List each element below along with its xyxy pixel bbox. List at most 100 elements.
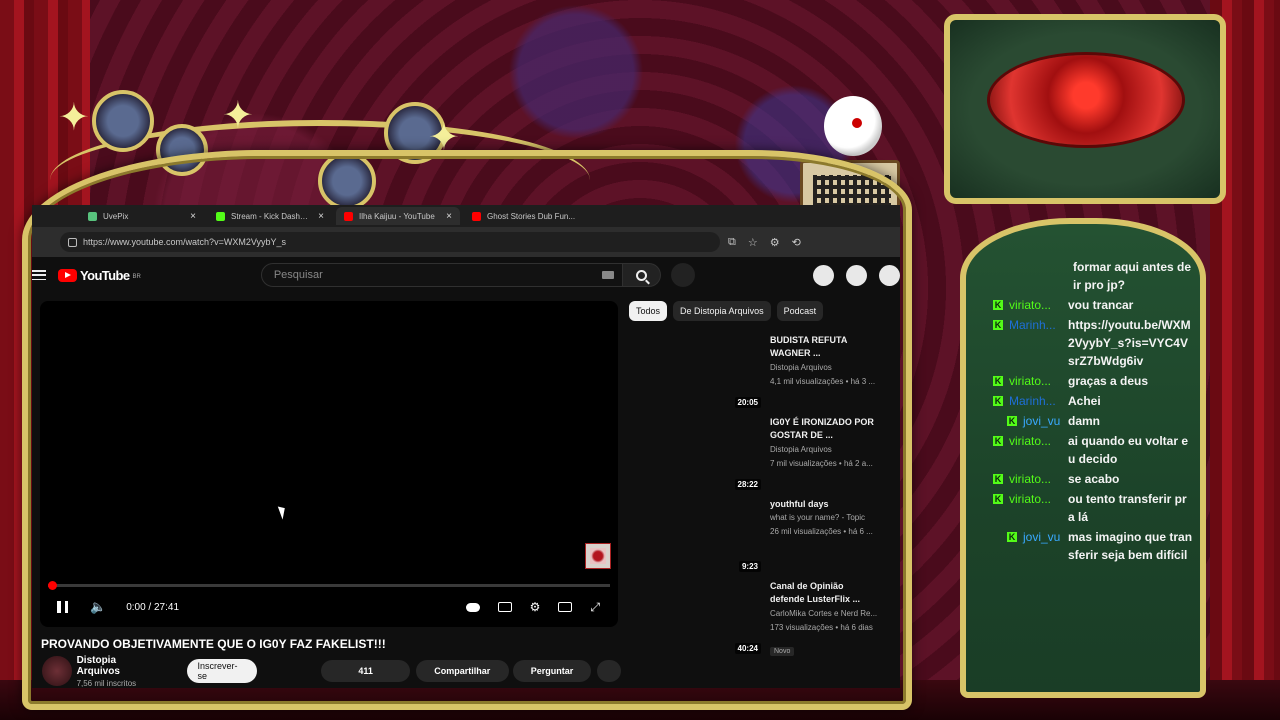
close-tab-icon[interactable]: × — [318, 211, 324, 222]
tab-ghost-stories[interactable]: Ghost Stories Dub Fun... — [464, 207, 588, 225]
chat-text: vou trancar — [1068, 298, 1134, 312]
chat-message: Kjovi_vu mas imagino que transferir seja … — [993, 528, 1193, 564]
menu-icon[interactable] — [32, 270, 46, 280]
autoplay-toggle[interactable] — [465, 602, 480, 612]
tab-kick-dashboard[interactable]: Stream - Kick Dashboard × — [208, 207, 332, 225]
subtitles-icon[interactable] — [497, 602, 512, 612]
chat-username[interactable]: viriato... — [1003, 490, 1065, 508]
favicon-icon — [88, 211, 97, 221]
chat-text: graças a deus — [1068, 374, 1149, 388]
search-placeholder: Pesquisar — [273, 269, 323, 281]
channel-info: Distopia Arquivos 7,56 mil inscritos — [77, 655, 161, 688]
star-icon: ✦ — [222, 93, 254, 137]
logo-text: YouTube — [80, 267, 130, 283]
video-thumbnail[interactable]: 28:22 — [629, 416, 763, 492]
search-button[interactable] — [622, 263, 661, 287]
recommendation-item[interactable]: 28:22 IG0Y É IRONIZADO POR GOSTAR DE ...… — [629, 416, 889, 498]
video-thumbnail[interactable]: 40:24 — [629, 580, 763, 656]
rec-channel[interactable]: Distopia Arquivos — [770, 363, 885, 372]
close-tab-icon[interactable]: × — [190, 211, 196, 222]
chat-username[interactable]: viriato... — [1003, 372, 1065, 390]
install-app-icon[interactable]: ⧉ — [728, 236, 736, 249]
rec-title[interactable]: Canal de Opinião defende LusterFlix ... — [770, 580, 880, 606]
chip-all[interactable]: Todos — [629, 301, 668, 321]
notifications-button[interactable] — [846, 265, 867, 286]
tab-bar: UvePix × Stream - Kick Dashboard × Ilha … — [32, 205, 900, 227]
volume-icon[interactable]: 🔈 — [90, 600, 106, 615]
rec-channel[interactable]: CarloMika Cortes e Nerd Re... — [770, 609, 885, 618]
chat-message: K Marinh... Achei — [993, 392, 1193, 410]
channel-name[interactable]: Distopia Arquivos — [77, 655, 161, 677]
duration-badge: 9:23 — [738, 561, 761, 572]
history-icon[interactable]: ⟲ — [792, 236, 801, 249]
address-bar: https://www.youtube.com/watch?v=WXM2Vyyb… — [32, 227, 900, 257]
rec-channel[interactable]: Distopia Arquivos — [770, 445, 885, 454]
subscribe-button[interactable]: Inscrever-se — [186, 659, 258, 683]
search-input[interactable]: Pesquisar — [260, 263, 623, 287]
region-code: BR — [132, 273, 141, 280]
recommendation-item[interactable]: 20:05 BUDISTA REFUTA WAGNER ... Distopia… — [629, 334, 889, 416]
chat-username[interactable]: Marinh... — [1003, 392, 1065, 410]
site-info-icon[interactable] — [68, 237, 77, 247]
tab-label: UvePix — [103, 211, 129, 221]
video-player[interactable]: 🔈 0:00 / 27:41 ⚙ ⤢ — [40, 301, 618, 627]
chat-username[interactable]: viriato... — [1003, 470, 1065, 488]
chat-username[interactable]: viriato... — [1003, 296, 1065, 314]
chat-message: Kviriato... graças a deus — [993, 372, 1193, 390]
chat-message: K Marinh... https://youtu.be/WXM2VyybY_s?i… — [993, 316, 1193, 370]
tab-uvepix[interactable]: UvePix × — [80, 207, 204, 225]
chip-podcast[interactable]: Podcast — [776, 301, 824, 321]
recommendation-item[interactable]: 40:24 Canal de Opinião defende LusterFli… — [629, 580, 889, 662]
account-avatar[interactable] — [879, 265, 900, 286]
mascot-character — [824, 96, 882, 156]
chat-username[interactable]: viriato... — [1003, 432, 1065, 450]
settings-gear-icon[interactable]: ⚙ — [530, 600, 541, 614]
chat-text: mas imagino que transferir seja bem difí… — [1068, 530, 1193, 562]
voice-search-button[interactable] — [670, 263, 695, 287]
duration-badge: 20:05 — [734, 397, 761, 408]
chat-username[interactable]: jovi_vu — [1017, 528, 1065, 546]
medallion-face-icon — [92, 90, 154, 152]
like-button[interactable]: 411 — [321, 660, 410, 682]
chat-message: formar aqui antes de ir pro jp? — [993, 258, 1193, 294]
kick-badge-icon: K — [993, 436, 1003, 446]
rec-title[interactable]: BUDISTA REFUTA WAGNER ... — [770, 334, 880, 360]
rec-title[interactable]: youthful days — [770, 498, 880, 511]
channel-watermark[interactable] — [585, 543, 611, 569]
player-right-controls: ⚙ ⤢ — [465, 600, 600, 615]
share-button[interactable]: Compartilhar — [415, 660, 509, 682]
chat-username[interactable]: jovi_vu — [1017, 412, 1065, 430]
progress-bar[interactable] — [48, 581, 610, 590]
url-field[interactable]: https://www.youtube.com/watch?v=WXM2Vyyb… — [60, 232, 720, 252]
tab-label: Ilha Kaijuu - YouTube — [359, 211, 435, 221]
video-thumbnail[interactable]: 20:05 — [629, 334, 763, 410]
video-thumbnail[interactable]: 9:23 — [629, 498, 763, 574]
fullscreen-icon[interactable]: ⤢ — [590, 600, 600, 615]
rec-title[interactable]: IG0Y É IRONIZADO POR GOSTAR DE ... — [770, 416, 880, 442]
channel-avatar[interactable] — [42, 656, 72, 686]
recommendation-item[interactable]: 9:23 youthful days what is your name? - … — [629, 498, 889, 580]
filter-chips: Todos De Distopia Arquivos Podcast — [629, 301, 824, 321]
more-actions-button[interactable] — [597, 660, 622, 682]
chat-text: damn — [1068, 414, 1101, 428]
header-actions — [813, 265, 900, 286]
create-button[interactable] — [813, 265, 834, 286]
extensions-icon[interactable]: ⚙ — [770, 236, 780, 249]
pause-icon[interactable] — [57, 601, 68, 613]
tab-youtube-active[interactable]: Ilha Kaijuu - YouTube × — [336, 207, 460, 225]
time-display: 0:00 / 27:41 — [126, 601, 180, 613]
scrubber-handle[interactable] — [48, 581, 57, 590]
youtube-favicon-icon — [344, 211, 353, 221]
ask-button[interactable]: Perguntar — [512, 660, 592, 682]
bookmark-star-icon[interactable]: ☆ — [748, 236, 758, 249]
rec-channel[interactable]: what is your name? - Topic — [770, 513, 885, 522]
duration-badge: 28:22 — [734, 479, 761, 490]
youtube-logo[interactable]: YouTube BR — [58, 268, 141, 283]
close-tab-icon[interactable]: × — [446, 211, 452, 222]
rec-meta: 4,1 mil visualizações • há 3 ... — [770, 377, 876, 386]
theater-mode-icon[interactable] — [558, 602, 573, 612]
keyboard-icon[interactable] — [601, 271, 614, 279]
chat-username[interactable]: Marinh... — [1003, 316, 1065, 334]
chip-channel[interactable]: De Distopia Arquivos — [673, 301, 771, 321]
chat-message: Kviriato... ai quando eu voltar eu decido — [993, 432, 1193, 468]
